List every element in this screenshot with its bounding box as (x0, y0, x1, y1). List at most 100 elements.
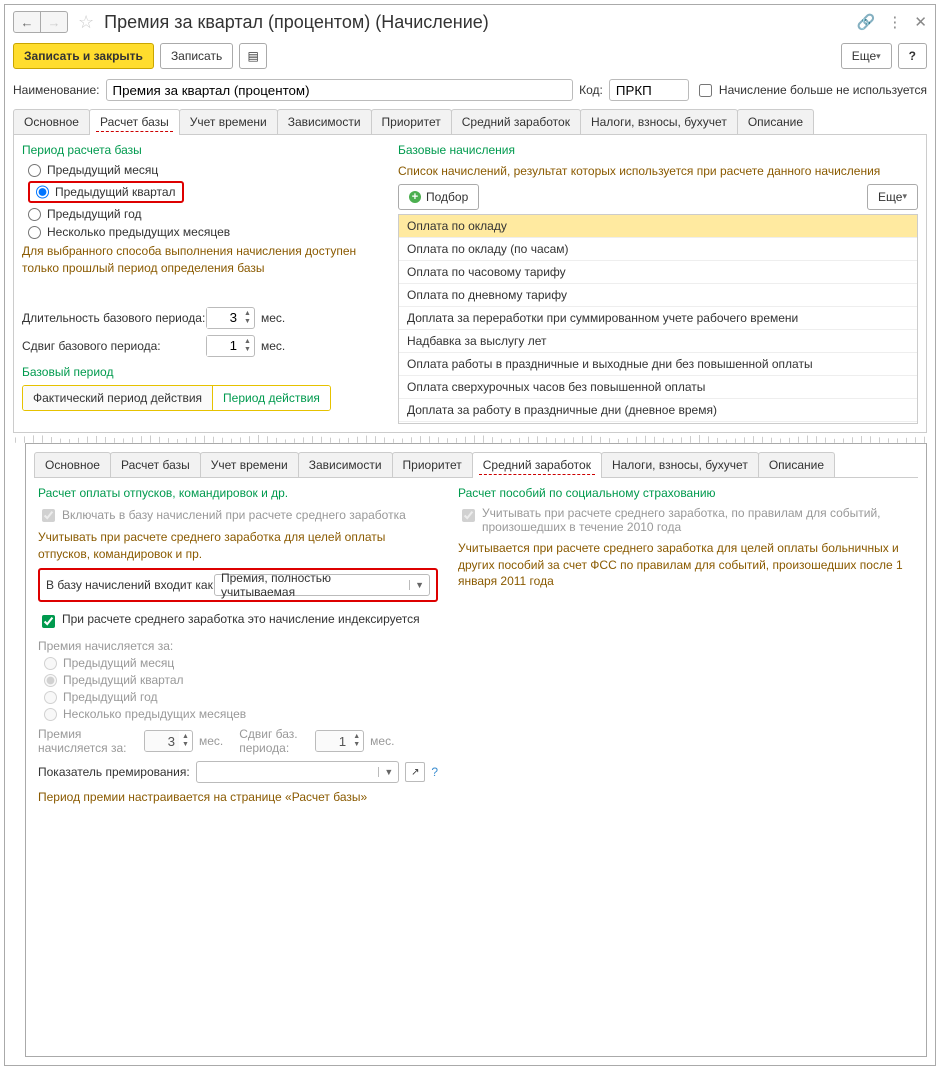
link-icon[interactable]: 🔗 (857, 13, 876, 31)
list-item[interactable]: Надбавка за выслугу лет (399, 330, 917, 353)
list-item[interactable]: Оплата работы в праздничные и выходные д… (399, 353, 917, 376)
help-link[interactable]: ? (431, 765, 438, 779)
base-accruals-title: Базовые начисления (398, 143, 918, 157)
tab-avg-earn[interactable]: Средний заработок (451, 109, 581, 134)
tab2-priority[interactable]: Приоритет (392, 452, 473, 477)
tab2-desc[interactable]: Описание (758, 452, 835, 477)
radio-prev-year-label: Предыдущий год (47, 207, 141, 221)
list-item[interactable]: Оплата сверхурочных часов без повышенной… (399, 376, 917, 399)
prem-len-unit: мес. (199, 734, 223, 748)
shift-spinner[interactable]: ▲▼ (206, 335, 255, 357)
radio-prev-quarter[interactable] (36, 185, 49, 199)
tab-priority[interactable]: Приоритет (371, 109, 452, 134)
r2-prev-quarter (44, 674, 57, 687)
seg-actual-period[interactable]: Фактический период действия (23, 386, 213, 410)
plus-icon: + (409, 191, 421, 203)
shift2-unit: мес. (370, 734, 394, 748)
open-ref-button[interactable]: ↗ (405, 762, 425, 782)
tab2-avg-earn[interactable]: Средний заработок (472, 452, 602, 477)
radio-several-months-wrap[interactable]: Несколько предыдущих месяцев (28, 225, 382, 239)
tab-basic[interactable]: Основное (13, 109, 90, 134)
radio-prev-quarter-label: Предыдущий квартал (55, 185, 176, 199)
vacation-calc-title: Расчет оплаты отпусков, командировок и д… (38, 486, 438, 500)
social-note: Учитывается при расчете среднего заработ… (458, 540, 914, 590)
list-more-button[interactable]: Еще (867, 184, 918, 210)
inbase-label: В базу начислений входит как: (46, 578, 206, 592)
list-item[interactable]: Оплата по окладу (по часам) (399, 238, 917, 261)
cb-2010-label: Учитывать при расчете среднего заработка… (482, 506, 914, 534)
nav-forward-button[interactable]: → (40, 11, 68, 33)
favorite-star-icon[interactable]: ☆ (78, 12, 94, 33)
list-item[interactable]: Оплата по окладу (399, 215, 917, 238)
r2-several-label: Несколько предыдущих месяцев (63, 707, 246, 721)
base-length-unit: мес. (261, 311, 285, 325)
save-close-button[interactable]: Записать и закрыть (13, 43, 154, 69)
indexed-cb[interactable] (42, 615, 55, 628)
prem-for-label: Премия начисляется за: (38, 639, 438, 653)
tab-tax[interactable]: Налоги, взносы, бухучет (580, 109, 738, 134)
torn-edge-separator (13, 433, 927, 443)
tab2-base-calc[interactable]: Расчет базы (110, 452, 201, 477)
radio-prev-quarter-wrap[interactable]: Предыдущий квартал (28, 181, 382, 203)
radio-prev-year[interactable] (28, 208, 41, 221)
not-used-checkbox-wrap[interactable]: Начисление больше не используется (695, 81, 927, 100)
list-item[interactable]: Оплата по дневному тарифу (399, 284, 917, 307)
tab2-deps[interactable]: Зависимости (298, 452, 393, 477)
period-section-title: Период расчета базы (22, 143, 382, 157)
not-used-checkbox[interactable] (699, 84, 712, 97)
radio-several-months-label: Несколько предыдущих месяцев (47, 225, 230, 239)
chevron-down-icon[interactable]: ▼ (409, 580, 429, 590)
social-calc-title: Расчет пособий по социальному страховани… (458, 486, 914, 500)
save-button[interactable]: Записать (160, 43, 233, 69)
base-period-segmented[interactable]: Фактический период действия Период дейст… (22, 385, 331, 411)
podbor-button[interactable]: + Подбор (398, 184, 479, 210)
podbor-label: Подбор (426, 190, 468, 204)
list-item[interactable]: Оплата по часовому тарифу (399, 261, 917, 284)
tab-desc[interactable]: Описание (737, 109, 814, 134)
base-accruals-desc: Список начислений, результат которых исп… (398, 163, 918, 180)
list-item[interactable]: Доплата за работу в праздничные дни (дне… (399, 399, 917, 422)
prem-len-input (145, 731, 179, 751)
list-item[interactable]: Доплата за переработки при суммированном… (399, 307, 917, 330)
shift2-spinner: ▲▼ (315, 730, 364, 752)
name-input[interactable] (106, 79, 574, 101)
window-title: Премия за квартал (процентом) (Начислени… (104, 12, 851, 33)
tab-deps[interactable]: Зависимости (277, 109, 372, 134)
radio-prev-year-wrap[interactable]: Предыдущий год (28, 207, 382, 221)
indexed-label: При расчете среднего заработка это начис… (62, 612, 420, 626)
tab2-tax[interactable]: Налоги, взносы, бухучет (601, 452, 759, 477)
shift-input[interactable] (207, 336, 241, 356)
shift-unit: мес. (261, 339, 285, 353)
kebab-menu-icon[interactable]: ⋮ (887, 13, 902, 31)
r2-prev-month (44, 657, 57, 670)
help-button[interactable]: ? (898, 43, 927, 69)
code-input[interactable] (609, 79, 689, 101)
document-icon-button[interactable]: ▤ (239, 43, 267, 69)
tab2-time[interactable]: Учет времени (200, 452, 299, 477)
chevron-down-icon[interactable]: ▼ (378, 767, 398, 777)
r2-prev-month-label: Предыдущий месяц (63, 656, 174, 670)
more-button[interactable]: Еще (841, 43, 892, 69)
include-base-cb (42, 509, 55, 522)
base-accruals-list[interactable]: Оплата по окладу Оплата по окладу (по ча… (398, 214, 918, 424)
include-base-label: Включать в базу начислений при расчете с… (62, 508, 406, 522)
tab-base-calc[interactable]: Расчет базы (89, 109, 180, 134)
base-length-input[interactable] (207, 308, 241, 328)
close-icon[interactable]: ✕ (914, 13, 927, 31)
indexed-cb-wrap[interactable]: При расчете среднего заработка это начис… (38, 612, 420, 631)
footer-note: Период премии настраивается на странице … (38, 789, 438, 806)
not-used-label: Начисление больше не используется (719, 83, 927, 97)
base-length-spinner[interactable]: ▲▼ (206, 307, 255, 329)
radio-several-months[interactable] (28, 226, 41, 239)
seg-period[interactable]: Период действия (213, 386, 330, 410)
radio-prev-month-wrap[interactable]: Предыдущий месяц (28, 163, 382, 177)
radio-prev-month[interactable] (28, 164, 41, 177)
base-length-label: Длительность базового периода: (22, 311, 200, 325)
indicator-select[interactable]: ▼ (196, 761, 400, 783)
nav-back-button[interactable]: ← (13, 11, 41, 33)
inbase-select[interactable]: Премия, полностью учитываемая ▼ (214, 574, 430, 596)
tab-time[interactable]: Учет времени (179, 109, 278, 134)
cb-2010-wrap: Учитывать при расчете среднего заработка… (458, 506, 914, 534)
code-label: Код: (579, 83, 603, 97)
tab2-basic[interactable]: Основное (34, 452, 111, 477)
